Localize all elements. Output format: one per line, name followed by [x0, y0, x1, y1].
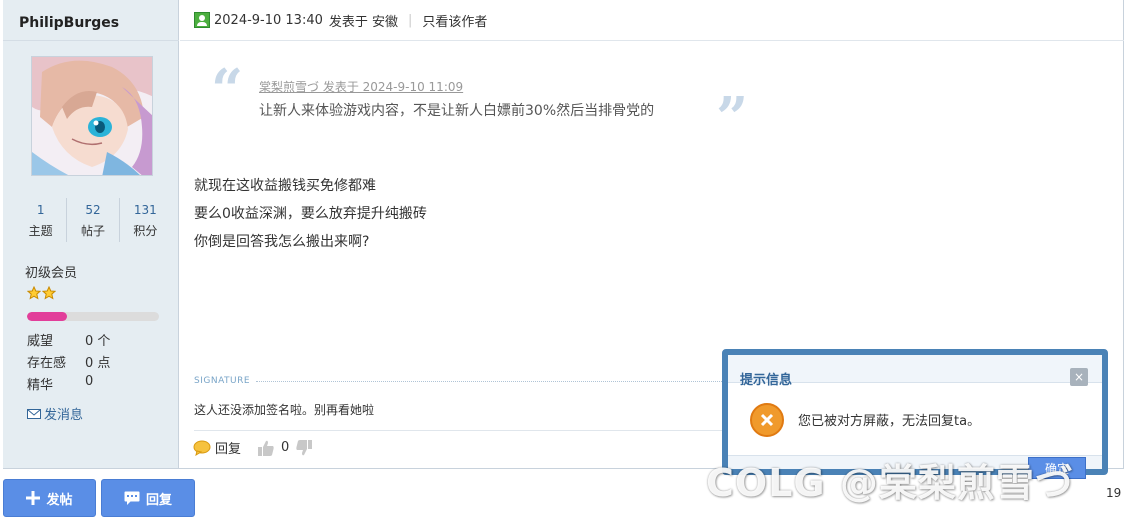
attr-digest: 精华 0 — [27, 374, 93, 393]
quote-text: 让新人来体验游戏内容，不是让新人白嫖前30%然后当排骨党的 — [259, 103, 655, 119]
post-location: 发表于 安徽 — [328, 14, 399, 30]
attr-label: 精华 — [27, 378, 54, 393]
only-author-link[interactable]: 只看该作者 — [422, 11, 487, 30]
attr-label: 威望 — [27, 334, 54, 349]
stat-label: 积分 — [133, 224, 158, 238]
close-icon[interactable]: × — [1070, 368, 1088, 386]
error-icon — [750, 403, 784, 437]
avatar-image — [32, 57, 152, 175]
post-meta-bar: 2024-9-10 13:40 发表于 安徽 | 只看该作者 — [180, 0, 1124, 41]
attr-label: 存在感 — [27, 356, 67, 371]
divider — [194, 430, 734, 431]
attr-presence: 存在感 0 点 — [27, 352, 110, 371]
speech-bubble-icon — [193, 440, 211, 456]
plus-icon — [26, 491, 41, 505]
level-progress — [27, 312, 159, 321]
user-rank[interactable]: 初级会员 — [25, 262, 77, 281]
stat-value: 52 — [85, 203, 101, 217]
dialog-message: 您已被对方屏蔽，无法回复ta。 — [798, 414, 981, 429]
divider — [3, 40, 179, 41]
like-count: 0 — [281, 440, 290, 455]
post-body-line: 你倒是回答我怎么搬出来啊? — [194, 234, 370, 250]
author-sidebar: PhilipBurges 1 主题 52 帖子 131 积分 初级会员 威望 0… — [3, 0, 179, 468]
separator: | — [408, 12, 413, 28]
attr-value: 0 个 — [85, 334, 111, 349]
level-progress-fill — [27, 312, 67, 321]
star-icon — [42, 286, 56, 300]
x-mark — [760, 413, 774, 427]
reply-action[interactable]: 回复 — [193, 438, 241, 457]
reply-button-label: 回复 — [145, 492, 172, 508]
new-post-button[interactable]: 发帖 — [3, 479, 96, 517]
stat-value: 131 — [133, 203, 157, 217]
new-post-label: 发帖 — [46, 492, 73, 508]
attr-prestige: 威望 0 个 — [27, 330, 110, 349]
reply-label: 回复 — [215, 442, 242, 457]
thumbs-down-icon[interactable] — [295, 439, 313, 457]
comment-icon — [124, 491, 140, 505]
rank-stars — [27, 286, 56, 300]
quote-header[interactable]: 棠梨煎雪づ 发表于 2024-9-10 11:09 — [259, 78, 463, 95]
quote-open-icon: “ — [211, 57, 244, 123]
stat-label: 主题 — [28, 224, 53, 238]
signature-text: 这人还没添加签名啦。别再看她啦 — [194, 403, 375, 417]
stat-label: 帖子 — [80, 224, 105, 238]
online-status-icon — [194, 12, 210, 28]
reply-button[interactable]: 回复 — [101, 479, 195, 517]
page-number: 19 — [1106, 486, 1122, 500]
signature-divider — [256, 381, 726, 382]
signature-label: SIGNATURE — [194, 376, 251, 386]
dialog-title: 提示信息 — [740, 373, 793, 388]
stat-threads[interactable]: 1 主题 — [15, 198, 66, 242]
send-message-link[interactable]: 发消息 — [27, 404, 83, 423]
envelope-icon — [27, 408, 41, 419]
post-actions: 回复 0 — [193, 438, 313, 457]
quote-close-icon: ” — [716, 85, 749, 151]
stat-value: 1 — [36, 203, 45, 217]
post-timestamp: 2024-9-10 13:40 — [214, 12, 323, 28]
watermark: COLG @棠梨煎雪づ — [706, 461, 1074, 505]
stat-posts[interactable]: 52 帖子 — [66, 198, 118, 242]
post-body-line: 就现在这收益搬钱买免修都难 — [194, 178, 376, 194]
user-stats: 1 主题 52 帖子 131 积分 — [15, 198, 171, 242]
thumbs-up-icon[interactable] — [257, 439, 275, 457]
send-message-label: 发消息 — [44, 408, 84, 423]
attr-value: 0 — [85, 374, 94, 389]
post-body-line: 要么0收益深渊，要么放弃提升纯搬砖 — [194, 206, 427, 222]
star-icon — [27, 286, 41, 300]
avatar[interactable] — [31, 56, 153, 176]
attr-value: 0 点 — [85, 356, 111, 371]
author-name[interactable]: PhilipBurges — [19, 15, 119, 31]
stat-points[interactable]: 131 积分 — [118, 198, 171, 242]
